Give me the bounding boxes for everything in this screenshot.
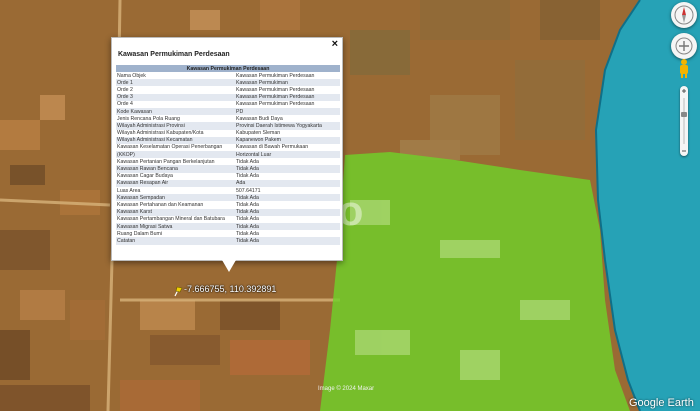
table-row: Jenis Rencana Pola Ruang Kawasan Budi Day… (116, 115, 340, 123)
zoom-slider[interactable] (680, 86, 688, 156)
table-row: (KKOP) Horizontal Luar (116, 151, 340, 159)
table-row: Kawasan Rawan Bencana Tidak Ada (116, 165, 340, 173)
navigation-controls (669, 0, 699, 170)
attribute-table: Kawasan Permukiman Perdesaan Nama Objek K… (116, 65, 340, 245)
table-row: Orde 3 Kawasan Permukiman Perdesaan (116, 93, 340, 101)
look-icon[interactable] (671, 33, 697, 59)
table-row: Orde 2 Kawasan Permukiman Perdesaan (116, 86, 340, 94)
table-row: Kode Kawasan PD (116, 107, 340, 116)
table-row: Nama Objek Kawasan Permukiman Perdesaan (116, 72, 340, 80)
coordinate-label: -7.666755, 110.392891 (184, 284, 277, 294)
table-row: Kawasan Pertambangan Mineral dan Batubar… (116, 215, 340, 223)
zoom-in-icon (682, 89, 686, 93)
table-row: Kawasan Resapan Air Ada (116, 179, 340, 187)
close-icon[interactable]: × (332, 39, 338, 50)
table-row: Kawasan Karst Tidak Ada (116, 208, 340, 216)
image-date-label: Image © 2024 Maxar (318, 386, 375, 392)
table-row: Orde 4 Kawasan Permukiman Perdesaan (116, 100, 340, 108)
table-row: Ruang Dalam Bumi Tidak Ada (116, 230, 340, 238)
popup-title: Kawasan Permukiman Perdesaan (118, 51, 230, 58)
info-popup: Kawasan Permukiman Perdesaan × Kawasan P… (111, 37, 343, 261)
table-row: Catatan Tidak Ada (116, 237, 340, 245)
table-row: Kawasan Pertahanan dan Keamanan Tidak Ada (116, 201, 340, 209)
table-row: Wilayah Administrasi Provinsi Provinsi Da… (116, 122, 340, 130)
table-row: Wilayah Administrasi Kabupaten/Kota Kabup… (116, 129, 340, 137)
table-row: Kawasan Pertanian Pangan Berkelanjutan Ti… (116, 158, 340, 166)
table-header: Kawasan Permukiman Perdesaan (116, 65, 340, 72)
table-row: Kawasan Keselamatan Operasi Penerbangan K… (116, 143, 340, 152)
compass-icon[interactable] (671, 2, 697, 28)
table-row: Orde 1 Kawasan Permukiman (116, 79, 340, 87)
table-row: Luas Area 507.64171 (116, 187, 340, 195)
popup-tail (222, 260, 236, 272)
table-row: Kawasan Sempadan Tidak Ada (116, 194, 340, 202)
pegman-icon[interactable] (677, 58, 691, 78)
table-row: Wilayah Administrasi Kecamatan Kapanewon … (116, 136, 340, 144)
table-row: Kawasan Migrasi Satwa Tidak Ada (116, 222, 340, 231)
table-row: Kawasan Cagar Budaya Tidak Ada (116, 172, 340, 180)
google-earth-logo: Google Earth (629, 397, 694, 409)
